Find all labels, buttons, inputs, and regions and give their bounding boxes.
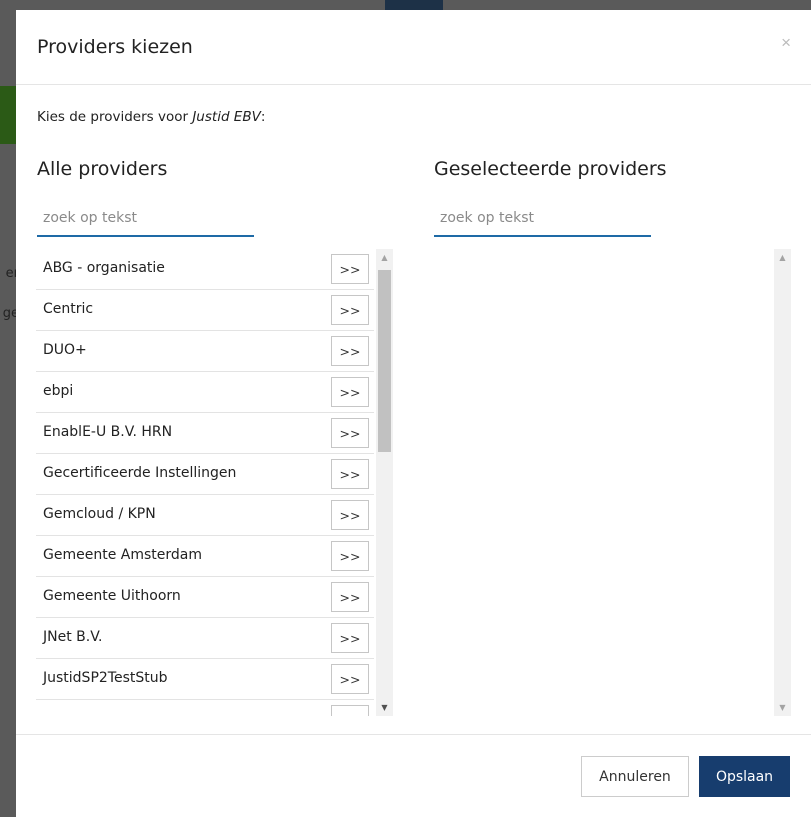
modal-header: Providers kiezen × xyxy=(16,10,811,85)
close-button[interactable]: × xyxy=(781,34,791,51)
add-provider-button[interactable]: >> xyxy=(331,295,369,325)
add-provider-button[interactable]: >> xyxy=(331,418,369,448)
all-providers-list: ABG - organisatie >> Centric >> DUO+ >> ebpi >>… xyxy=(36,249,393,716)
intro-entity: Justid EBV xyxy=(192,109,261,125)
background-topbar xyxy=(385,0,443,10)
provider-row: ebpi >> xyxy=(36,372,374,413)
scroll-up-icon[interactable]: ▲ xyxy=(376,249,393,266)
provider-name: Centric xyxy=(43,301,94,317)
provider-row: Gemeente Uithoorn >> xyxy=(36,577,374,618)
cancel-button[interactable]: Annuleren xyxy=(581,756,689,797)
all-providers-title: Alle providers xyxy=(37,158,168,180)
selected-providers-list: ▲ ▼ xyxy=(434,249,791,716)
add-provider-button[interactable]: >> xyxy=(331,500,369,530)
provider-row: EnablE-U B.V. HRN >> xyxy=(36,413,374,454)
provider-row: JustidSP2TestStub >> xyxy=(36,659,374,700)
provider-name: Gecertificeerde Instellingen xyxy=(43,465,237,481)
scroll-up-icon[interactable]: ▲ xyxy=(774,249,791,266)
modal-footer: Annuleren Opslaan xyxy=(16,734,811,817)
provider-row: Centric >> xyxy=(36,290,374,331)
provider-name: DUO+ xyxy=(43,342,87,358)
provider-row: JNet B.V. >> xyxy=(36,618,374,659)
add-provider-button[interactable]: >> xyxy=(331,541,369,571)
provider-row: Gemcloud / KPN >> xyxy=(36,495,374,536)
provider-row: >> xyxy=(36,700,374,716)
add-provider-button[interactable]: >> xyxy=(331,582,369,612)
selected-providers-title: Geselecteerde providers xyxy=(434,158,667,180)
provider-name: JustidSP2TestStub xyxy=(43,670,168,686)
selected-providers-scrollbar[interactable]: ▲ ▼ xyxy=(774,249,791,716)
background-text-fragment: ge xyxy=(2,306,16,321)
provider-name: ebpi xyxy=(43,383,74,399)
background-text-fragment: er xyxy=(5,266,16,281)
provider-name: Gemeente Amsterdam xyxy=(43,547,202,563)
provider-name: JNet B.V. xyxy=(43,629,103,645)
add-provider-button[interactable]: >> xyxy=(331,254,369,284)
intro-text: Kies de providers voor Justid EBV: xyxy=(37,109,266,125)
provider-row: ABG - organisatie >> xyxy=(36,249,374,290)
provider-name: ABG - organisatie xyxy=(43,260,165,276)
provider-row: Gecertificeerde Instellingen >> xyxy=(36,454,374,495)
add-provider-button[interactable]: >> xyxy=(331,459,369,489)
provider-name: Gemcloud / KPN xyxy=(43,506,156,522)
scroll-down-icon[interactable]: ▼ xyxy=(774,699,791,716)
modal-title: Providers kiezen xyxy=(37,36,193,58)
all-providers-search-input[interactable] xyxy=(37,201,254,237)
add-provider-button[interactable]: >> xyxy=(331,705,369,716)
provider-row: Gemeente Amsterdam >> xyxy=(36,536,374,577)
providers-modal: Providers kiezen × Kies de providers voo… xyxy=(16,10,811,817)
add-provider-button[interactable]: >> xyxy=(331,336,369,366)
scroll-down-icon[interactable]: ▼ xyxy=(376,699,393,716)
close-icon: × xyxy=(781,33,791,52)
selected-providers-search-input[interactable] xyxy=(434,201,651,237)
provider-name: Gemeente Uithoorn xyxy=(43,588,181,604)
provider-row: DUO+ >> xyxy=(36,331,374,372)
add-provider-button[interactable]: >> xyxy=(331,664,369,694)
scrollbar-thumb[interactable] xyxy=(378,270,391,452)
all-providers-scrollbar[interactable]: ▲ ▼ xyxy=(376,249,393,716)
provider-name: EnablE-U B.V. HRN xyxy=(43,424,173,440)
add-provider-button[interactable]: >> xyxy=(331,623,369,653)
save-button[interactable]: Opslaan xyxy=(699,756,790,797)
add-provider-button[interactable]: >> xyxy=(331,377,369,407)
provider-list-items: ABG - organisatie >> Centric >> DUO+ >> ebpi >>… xyxy=(36,249,374,716)
